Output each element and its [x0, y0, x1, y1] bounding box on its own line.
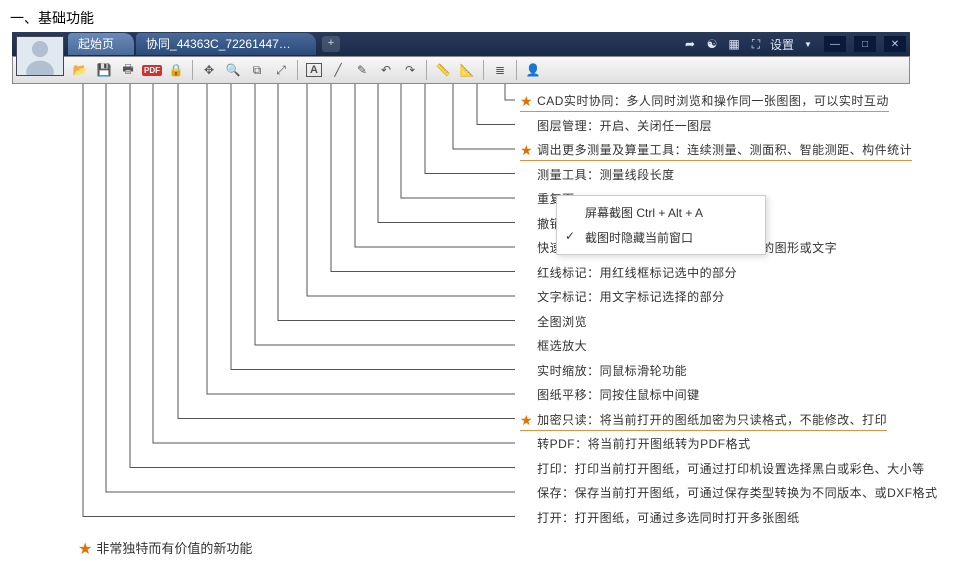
callout-text: 调出更多测量及算量工具：连续测量、测面积、智能测距、构件统计 — [537, 143, 912, 157]
callout-text: 加密只读：将当前打开的图纸加密为只读格式，不能修改、打印 — [537, 413, 887, 427]
callout-entry: ★打印：打印当前打开图纸，可通过打印机设置选择黑白或彩色、大小等 — [520, 460, 925, 477]
callout-entry: ★图纸平移：同按住鼠标中间键 — [520, 386, 700, 403]
callout-entry: ★保存：保存当前打开图纸，可通过保存类型转换为不同版本、或DXF格式 — [520, 484, 938, 501]
measure-tools-icon[interactable]: 📐 — [456, 59, 478, 81]
callout-text: 图纸平移：同按住鼠标中间键 — [537, 388, 700, 402]
toolbar-separator — [297, 60, 298, 80]
tabbar-right: ➦ ☯ ▦ ⛶ 设置 ▼ — □ ✕ — [682, 32, 906, 56]
redo-icon[interactable]: ↷ — [399, 59, 421, 81]
callout-text: 红线标记：用红线框标记选中的部分 — [537, 266, 737, 280]
callout-entry: ★测量工具：测量线段长度 — [520, 166, 675, 183]
footnote-text: 非常独特而有价值的新功能 — [96, 541, 252, 556]
star-icon: ★ — [78, 541, 92, 558]
avatar[interactable] — [16, 36, 64, 76]
callout-text: 保存：保存当前打开图纸，可通过保存类型转换为不同版本、或DXF格式 — [537, 486, 938, 500]
callout-entry: ★转PDF：将当前打开图纸转为PDF格式 — [520, 435, 751, 452]
callout-text: 打印：打印当前打开图纸，可通过打印机设置选择黑白或彩色、大小等 — [537, 462, 925, 476]
settings-label[interactable]: 设置 — [770, 36, 794, 53]
callout-entry: ★图层管理：开启、关闭任一图层 — [520, 117, 712, 134]
callout-entry: ★ CAD实时协同：多人同时浏览和操作同一张图图，可以实时互动 — [520, 92, 889, 112]
share-icon[interactable]: ➦ — [682, 36, 698, 52]
tab-bar: 起始页 协同_44363C_722614477.d... + ➦ ☯ ▦ ⛶ 设… — [12, 32, 910, 56]
callout-text: 测量工具：测量线段长度 — [537, 168, 675, 182]
window-min-button[interactable]: — — [824, 36, 846, 52]
callout-entry: ★框选放大 — [520, 337, 587, 354]
callout-entry: ★全图浏览 — [520, 313, 587, 330]
app-window: 起始页 协同_44363C_722614477.d... + ➦ ☯ ▦ ⛶ 设… — [12, 32, 910, 84]
callout-text: 文字标记：用文字标记选择的部分 — [537, 290, 725, 304]
callout-entry: ★实时缩放：同鼠标滑轮功能 — [520, 362, 687, 379]
callout-text: 打开：打开图纸，可通过多选同时打开多张图纸 — [537, 511, 800, 525]
pencil-icon[interactable]: ✎ — [351, 59, 373, 81]
grid-icon[interactable]: ▦ — [726, 36, 742, 52]
toolbar-row: 📂💾🖶PDF🔒 ✥🔍⧉⤢ A╱✎↶↷ 📏📐 ≣ 👤 — [12, 56, 910, 84]
save-icon[interactable]: 💾 — [93, 59, 115, 81]
toolbar-separator — [192, 60, 193, 80]
callout-text: 转PDF：将当前打开图纸转为PDF格式 — [537, 437, 751, 451]
callout-entry: ★打开：打开图纸，可通过多选同时打开多张图纸 — [520, 509, 800, 526]
wechat-icon[interactable]: ☯ — [704, 36, 720, 52]
toolbar-separator — [426, 60, 427, 80]
print-icon[interactable]: 🖶 — [117, 59, 139, 81]
zoom-realtime-icon[interactable]: 🔍 — [222, 59, 244, 81]
callout-entry: ★ 加密只读：将当前打开的图纸加密为只读格式，不能修改、打印 — [520, 411, 887, 431]
pan-icon[interactable]: ✥ — [198, 59, 220, 81]
lock-icon[interactable]: 🔒 — [165, 59, 187, 81]
toolbar-separator — [516, 60, 517, 80]
callout-text: 全图浏览 — [537, 315, 587, 329]
menu-screenshot[interactable]: 屏幕截图 Ctrl + Alt + A — [557, 200, 765, 225]
text-mark-icon[interactable]: A — [303, 59, 325, 81]
tab-start[interactable]: 起始页 — [68, 33, 134, 55]
open-icon[interactable]: 📂 — [69, 59, 91, 81]
menu-hide-window[interactable]: 截图时隐藏当前窗口 — [557, 225, 765, 250]
tab-add-button[interactable]: + — [322, 36, 340, 52]
settings-caret-icon[interactable]: ▼ — [800, 36, 816, 52]
measure-icon[interactable]: 📏 — [432, 59, 454, 81]
pdf-icon[interactable]: PDF — [141, 59, 163, 81]
layers-icon[interactable]: ≣ — [489, 59, 511, 81]
context-menu: 屏幕截图 Ctrl + Alt + A 截图时隐藏当前窗口 — [556, 195, 766, 255]
zoom-window-icon[interactable]: ⧉ — [246, 59, 268, 81]
toolbar-separator — [483, 60, 484, 80]
callout-entry: ★红线标记：用红线框标记选中的部分 — [520, 264, 737, 281]
star-icon: ★ — [520, 93, 533, 109]
callout-text: 图层管理：开启、关闭任一图层 — [537, 119, 712, 133]
window-max-button[interactable]: □ — [854, 36, 876, 52]
collab-icon[interactable]: 👤 — [522, 59, 544, 81]
zoom-all-icon[interactable]: ⤢ — [270, 59, 292, 81]
fullscreen-icon[interactable]: ⛶ — [748, 36, 764, 52]
window-close-button[interactable]: ✕ — [884, 36, 906, 52]
page-heading: 一、基础功能 — [10, 8, 94, 28]
callout-text: CAD实时协同：多人同时浏览和操作同一张图图，可以实时互动 — [537, 94, 889, 108]
line-mark-icon[interactable]: ╱ — [327, 59, 349, 81]
tab-document[interactable]: 协同_44363C_722614477.d... — [136, 33, 316, 55]
callout-text: 实时缩放：同鼠标滑轮功能 — [537, 364, 687, 378]
undo-icon[interactable]: ↶ — [375, 59, 397, 81]
star-icon: ★ — [520, 142, 533, 158]
star-icon: ★ — [520, 412, 533, 428]
callout-entry: ★ 调出更多测量及算量工具：连续测量、测面积、智能测距、构件统计 — [520, 141, 912, 161]
callout-text: 框选放大 — [537, 339, 587, 353]
callout-entry: ★文字标记：用文字标记选择的部分 — [520, 288, 725, 305]
footnote: ★ 非常独特而有价值的新功能 — [78, 538, 252, 558]
